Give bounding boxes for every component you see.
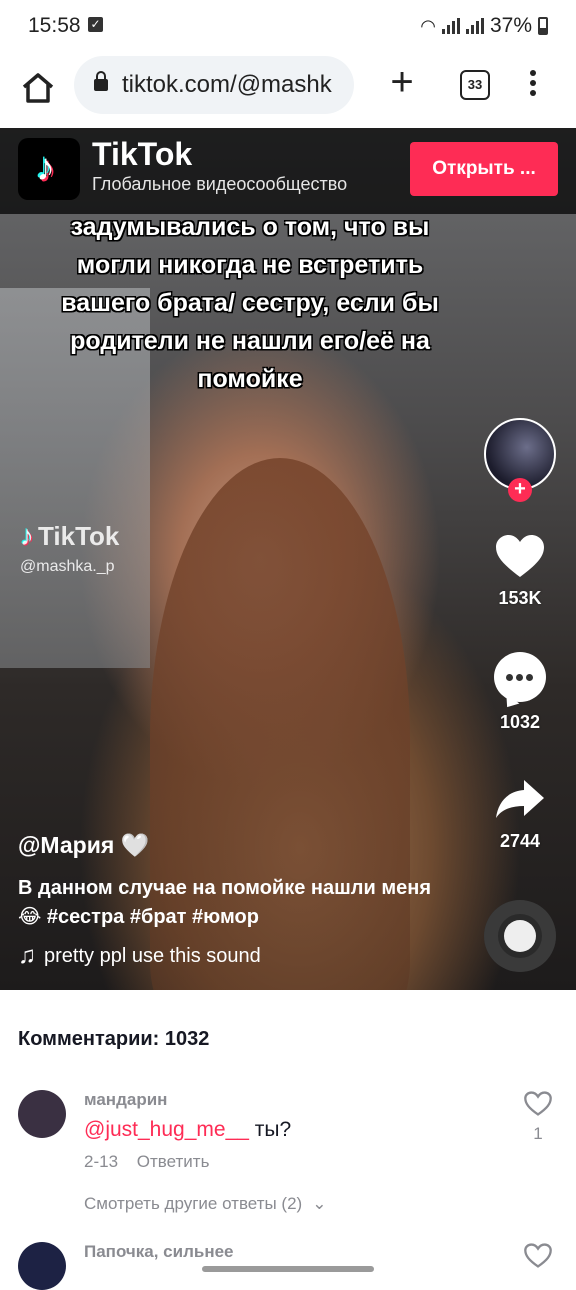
video-player[interactable]: ♪ TikTok Глобальное видеосообщество Откр…: [0, 128, 576, 990]
comment-mention[interactable]: @just_hug_me__: [84, 1118, 249, 1141]
video-description: В данном случае на помойке нашли меня 😂 …: [18, 877, 432, 928]
heart-outline-icon: [524, 1243, 552, 1268]
comment-count: 1032: [499, 712, 541, 732]
comment-like-count: 1: [533, 1124, 543, 1143]
wifi-icon: ◠: [420, 15, 436, 36]
video-author[interactable]: @Мария 🤍: [18, 832, 149, 859]
comment-like-button[interactable]: 1: [518, 1090, 558, 1144]
banner-tagline: Глобальное видеосообщество: [92, 174, 348, 194]
notification-check-icon: ✓: [88, 17, 103, 32]
heart-icon: [496, 535, 544, 577]
new-tab-button[interactable]: +: [386, 62, 418, 102]
share-button[interactable]: 2744: [482, 776, 558, 852]
commenter-avatar[interactable]: [18, 1242, 66, 1290]
address-bar[interactable]: tiktok.com/@mashk: [74, 56, 354, 114]
reply-button[interactable]: Ответить: [137, 1152, 210, 1171]
status-bar: 15:58 ✓ ◠ 37%: [0, 0, 576, 52]
share-icon: [496, 780, 544, 818]
banner-app-name: TikTok: [92, 136, 193, 172]
like-button[interactable]: 153K: [482, 533, 558, 609]
gesture-bar[interactable]: [202, 1266, 374, 1272]
view-more-replies[interactable]: Смотреть другие ответы (2) ⌄: [84, 1194, 484, 1214]
comment-item: Папочка, сильнее: [18, 1242, 558, 1290]
music-disc[interactable]: [484, 900, 556, 972]
signal-icon: [441, 18, 460, 34]
commenter-name[interactable]: Папочка, сильнее: [84, 1242, 484, 1262]
comment-body: ты?: [248, 1118, 292, 1141]
music-info[interactable]: ♫ pretty ppl use this sound: [18, 942, 261, 970]
comments-section: Комментарии: 1032 мандарин @just_hug_me_…: [0, 990, 576, 1290]
watermark-note-icon: ♪: [20, 520, 34, 551]
watermark-handle: @mashka._p: [20, 558, 115, 575]
comment-like-button[interactable]: [518, 1242, 558, 1274]
commenter-avatar[interactable]: [18, 1090, 66, 1138]
comments-count: Комментарии: 1032: [18, 1028, 210, 1050]
sound-title: pretty ppl use this sound: [44, 944, 261, 967]
video-overlay-text: задумывались о том, что вы могли никогда…: [61, 213, 439, 393]
browser-toolbar: tiktok.com/@mashk + 33: [0, 52, 576, 128]
plus-icon: +: [390, 60, 414, 104]
comment-button[interactable]: 1032: [482, 652, 558, 733]
home-button[interactable]: [18, 68, 58, 108]
view-more-replies-label: Смотреть другие ответы (2): [84, 1194, 303, 1213]
url-text: tiktok.com/@mashk: [122, 71, 332, 98]
tiktok-logo-icon: ♪: [18, 138, 80, 200]
comment-icon: [494, 652, 546, 702]
like-count: 153K: [498, 588, 542, 608]
home-icon: [22, 73, 54, 103]
share-count: 2744: [499, 831, 541, 851]
follow-plus-icon[interactable]: +: [508, 478, 532, 502]
battery-icon: [538, 17, 548, 35]
author-avatar[interactable]: +: [484, 418, 556, 502]
comment-text: @just_hug_me__ ты?: [84, 1118, 484, 1142]
open-app-button[interactable]: Открыть ...: [410, 142, 558, 196]
comment-date: 2-13: [84, 1152, 119, 1171]
heart-outline-icon: [524, 1091, 552, 1116]
comment-item: мандарин @just_hug_me__ ты? 2-13 Ответит…: [18, 1090, 558, 1220]
app-banner: ♪ TikTok Глобальное видеосообщество Откр…: [0, 128, 576, 214]
disc-icon: [504, 920, 536, 952]
lock-icon: [94, 71, 108, 91]
status-icons: ◠ 37%: [420, 14, 548, 38]
signal-icon-2: [465, 18, 484, 34]
chevron-down-icon: ⌄: [312, 1194, 327, 1213]
comment-meta: 2-13 Ответить: [84, 1152, 484, 1172]
watermark-logo: TikTok: [38, 521, 120, 551]
tiktok-watermark: ♪ TikTok @mashka._p: [20, 520, 123, 576]
tab-switcher-button[interactable]: 33: [460, 70, 490, 100]
tabs-count: 33: [467, 77, 483, 92]
commenter-name[interactable]: мандарин: [84, 1090, 484, 1110]
music-note-icon: ♫: [18, 942, 36, 969]
status-time: 15:58: [28, 14, 81, 37]
more-vert-icon[interactable]: [530, 70, 538, 100]
battery-percent: 37%: [489, 14, 532, 37]
